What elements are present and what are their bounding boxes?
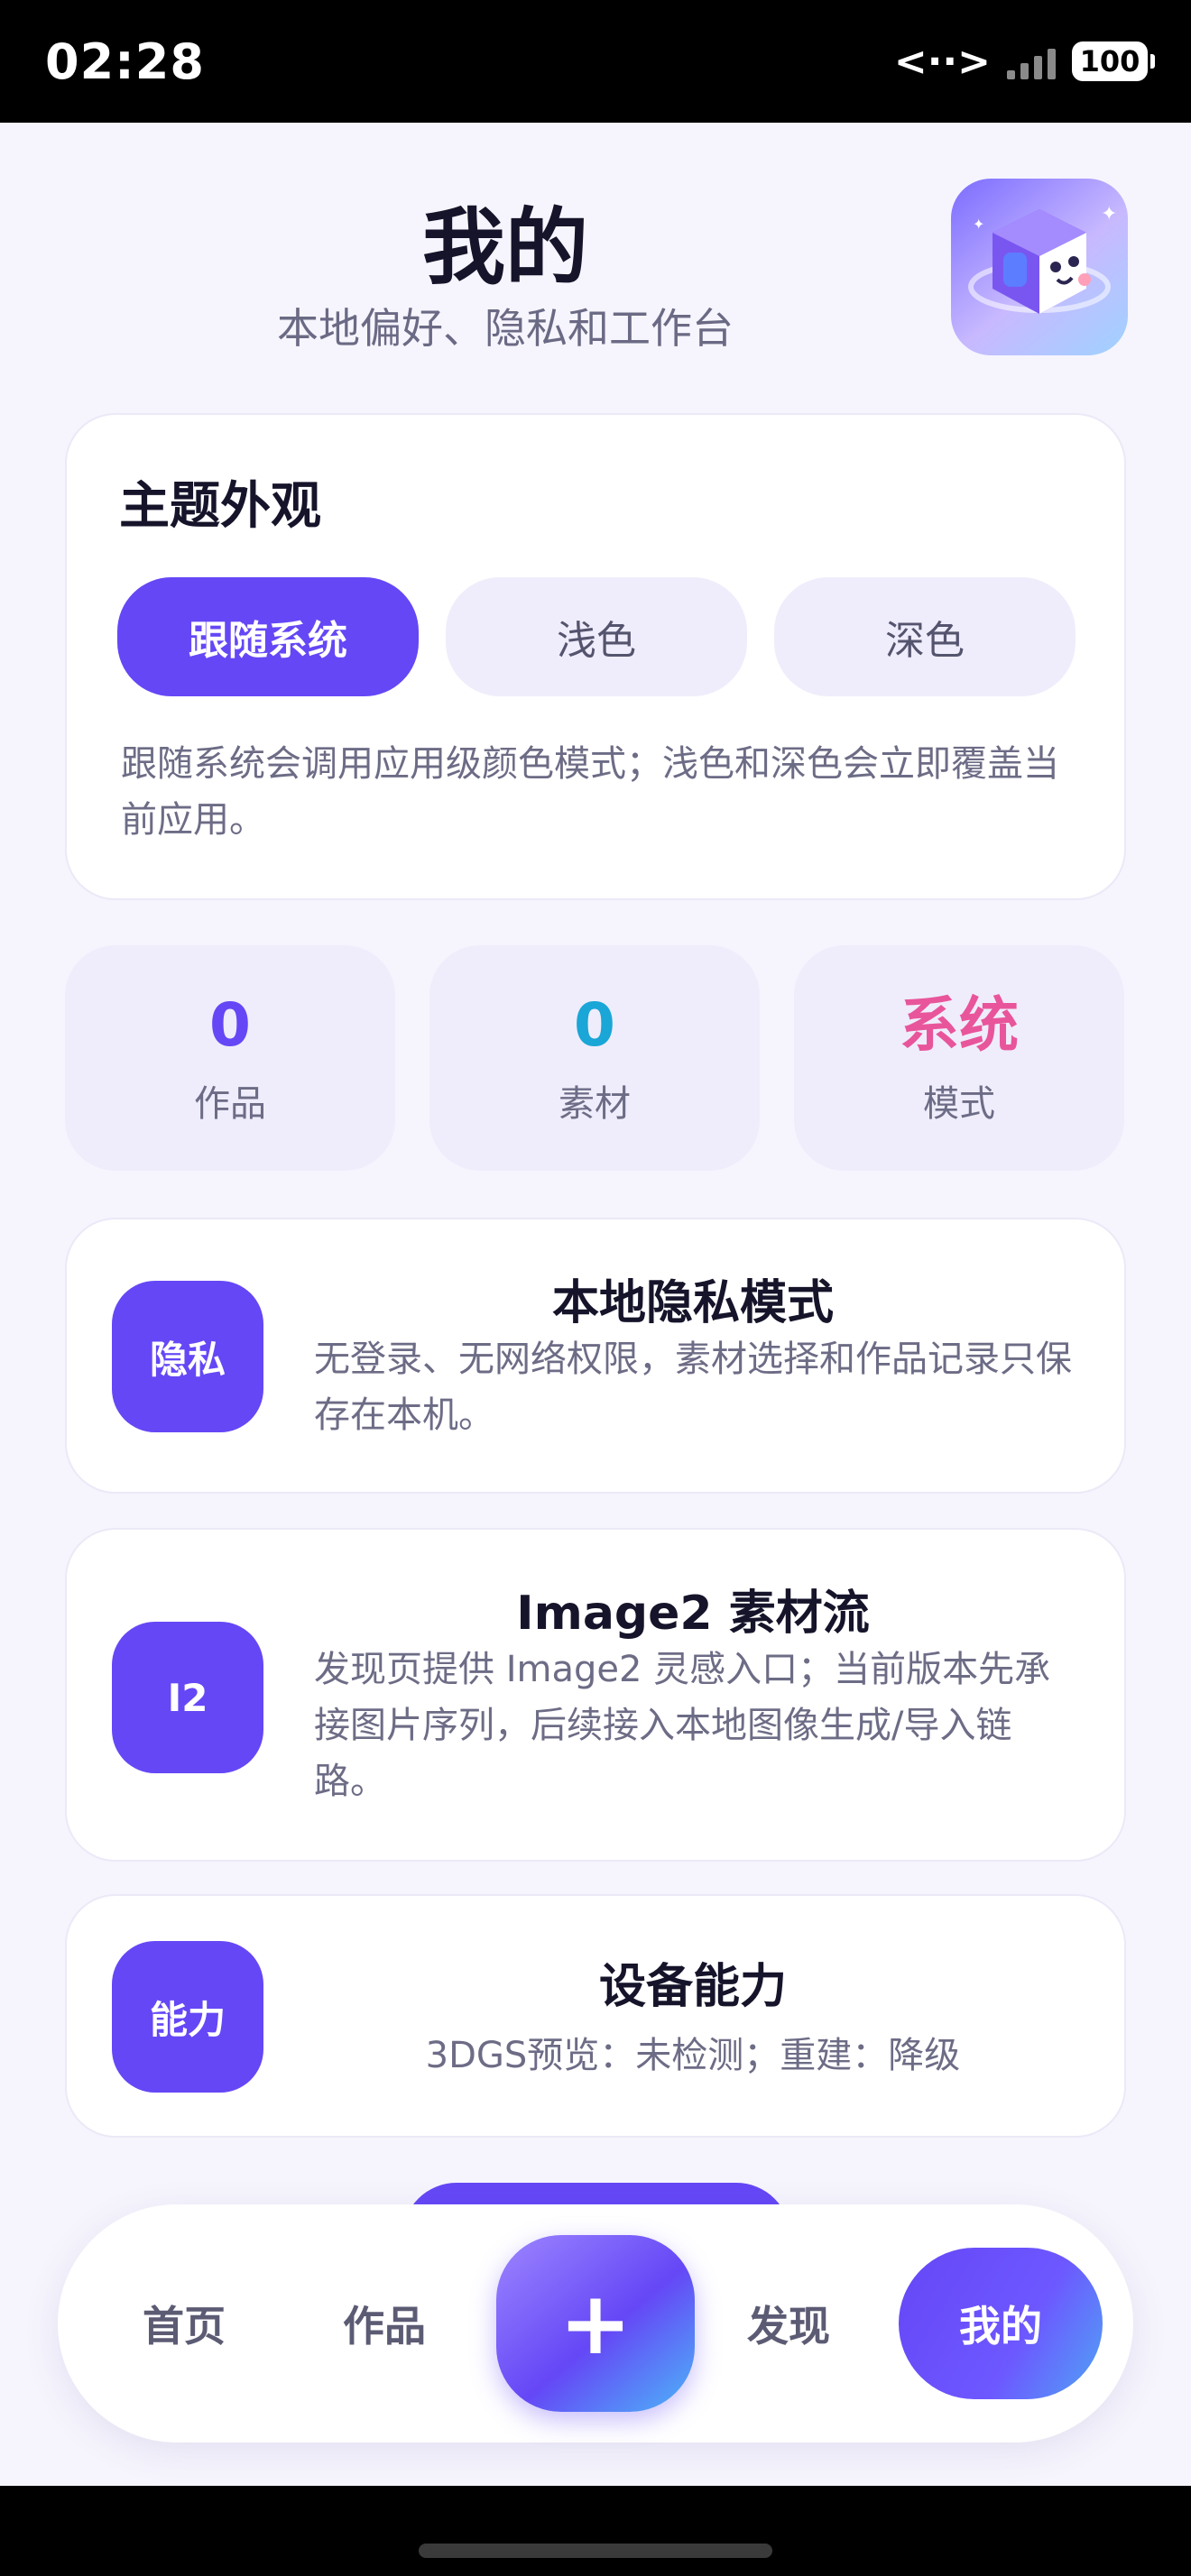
svg-text:✦: ✦ [1101,203,1117,225]
device-badge: 能力 [112,1941,263,2093]
battery-icon: 100 [1072,41,1155,81]
battery-level: 100 [1079,44,1140,78]
privacy-card[interactable]: 隐私 本地隐私模式 无登录、无网络权限，素材选择和作品记录只保存在本机。 [65,1218,1126,1494]
cube-mascot-icon: ✦ ✦ [951,179,1128,355]
privacy-desc: 无登录、无网络权限，素材选择和作品记录只保存在本机。 [314,1339,1072,1436]
status-time: 02:28 [45,32,205,90]
device-card[interactable]: 能力 设备能力 3DGS预览：未检测；重建：降级 [65,1894,1126,2138]
nav-home[interactable]: 首页 [94,2204,274,2443]
theme-card: 主题外观 跟随系统 浅色 深色 跟随系统会调用应用级颜色模式；浅色和深色会立即覆… [65,413,1126,900]
plus-icon: + [559,2273,632,2374]
device-desc: 3DGS预览：未检测；重建：降级 [425,2035,961,2076]
status-icons: <··> 100 [893,38,1155,85]
home-indicator[interactable] [419,2544,772,2558]
stat-label: 模式 [923,1083,995,1125]
signal-icon [1007,43,1056,79]
stat-value: 0 [209,990,251,1060]
theme-option-system[interactable]: 跟随系统 [117,577,419,696]
image2-desc: 发现页提供 Image2 灵感入口；当前版本先承接图片序列，后续接入本地图像生成… [314,1649,1051,1802]
image2-title: Image2 素材流 [516,1587,870,1641]
stat-works[interactable]: 0 作品 [65,945,395,1171]
status-bar: 02:28 <··> 100 [0,0,1191,123]
bottom-nav: 首页 作品 + 发现 我的 [58,2204,1133,2443]
page-subtitle: 本地偏好、隐私和工作台 [277,304,734,353]
theme-option-dark[interactable]: 深色 [774,577,1076,696]
theme-option-light[interactable]: 浅色 [446,577,747,696]
nav-discover[interactable]: 发现 [698,2204,879,2443]
nav-works[interactable]: 作品 [294,2204,475,2443]
network-icon: <··> [893,38,991,85]
stat-mode[interactable]: 系统 模式 [794,945,1124,1171]
system-nav-bar [0,2486,1191,2576]
device-title: 设备能力 [598,1960,787,2014]
image2-card[interactable]: I2 Image2 素材流 发现页提供 Image2 灵感入口；当前版本先承接图… [65,1528,1126,1862]
privacy-title: 本地隐私模式 [551,1276,834,1330]
image2-badge: I2 [112,1622,263,1773]
theme-title: 主题外观 [119,477,321,536]
stat-value: 0 [574,990,615,1060]
add-button[interactable]: + [496,2235,695,2412]
stat-label: 作品 [194,1083,266,1125]
svg-text:✦: ✦ [973,216,984,233]
stat-materials[interactable]: 0 素材 [429,945,760,1171]
page-title: 我的 [421,199,588,296]
privacy-badge: 隐私 [112,1281,263,1432]
nav-mine[interactable]: 我的 [899,2248,1103,2399]
stat-value: 系统 [900,990,1019,1060]
stat-label: 素材 [559,1083,631,1125]
theme-note: 跟随系统会调用应用级颜色模式；浅色和深色会立即覆盖当前应用。 [121,743,1059,841]
